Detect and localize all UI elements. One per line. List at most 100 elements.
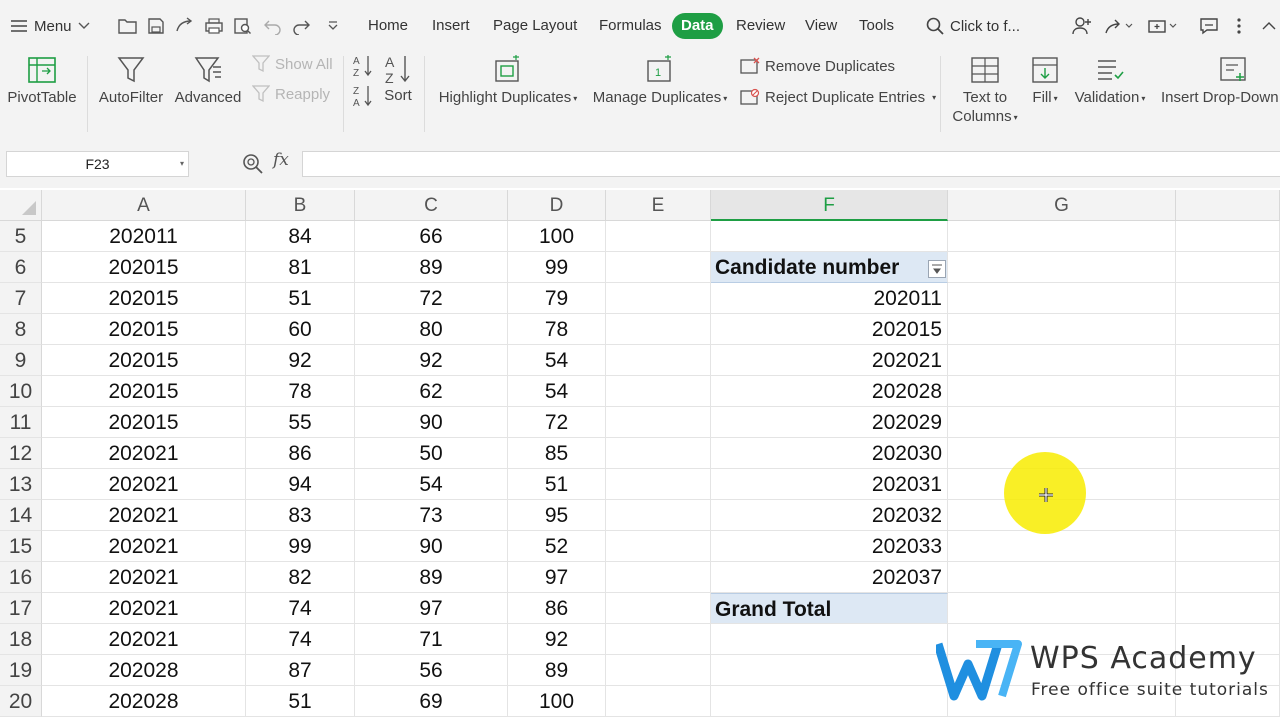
cell-c[interactable]: 69 (355, 686, 508, 717)
column-header-f[interactable]: F (711, 190, 948, 221)
row-header[interactable]: 17 (0, 593, 42, 624)
cell-h[interactable] (1176, 500, 1280, 531)
cell-b[interactable]: 92 (246, 345, 355, 376)
cell-g[interactable] (948, 531, 1176, 562)
cell-g[interactable] (948, 407, 1176, 438)
cell-f[interactable] (711, 686, 948, 717)
row-header[interactable]: 19 (0, 655, 42, 686)
name-box[interactable]: F23 ▾ (6, 151, 189, 177)
redo-icon[interactable] (290, 14, 312, 38)
formula-input[interactable] (302, 151, 1280, 177)
cell-f[interactable]: 202021 (711, 345, 948, 376)
cell-h[interactable] (1176, 221, 1280, 252)
cell-h[interactable] (1176, 593, 1280, 624)
cell-e[interactable] (606, 252, 711, 283)
cell-d[interactable]: 100 (508, 221, 606, 252)
cell-d[interactable]: 86 (508, 593, 606, 624)
cell-d[interactable]: 52 (508, 531, 606, 562)
cell-f[interactable]: 202028 (711, 376, 948, 407)
cell-e[interactable] (606, 531, 711, 562)
cell-a[interactable]: 202021 (42, 562, 246, 593)
cell-b[interactable]: 74 (246, 593, 355, 624)
tab-view[interactable]: View (805, 13, 837, 39)
cell-d[interactable]: 100 (508, 686, 606, 717)
validation-button[interactable]: Validation ▾ (1070, 55, 1150, 106)
sort-descending-button[interactable]: ZA (352, 83, 374, 109)
cell-h[interactable] (1176, 252, 1280, 283)
cell-b[interactable]: 83 (246, 500, 355, 531)
row-header[interactable]: 18 (0, 624, 42, 655)
cell-e[interactable] (606, 686, 711, 717)
share-icon[interactable] (173, 14, 195, 38)
cell-c[interactable]: 71 (355, 624, 508, 655)
cell-f[interactable]: Grand Total (711, 593, 948, 624)
cell-h[interactable] (1176, 438, 1280, 469)
column-header-h[interactable] (1176, 190, 1280, 221)
collapse-ribbon-icon[interactable] (1258, 14, 1280, 38)
cell-d[interactable]: 54 (508, 376, 606, 407)
autofilter-button[interactable]: AutoFilter (96, 55, 166, 106)
name-box-dropdown-icon[interactable]: ▾ (180, 152, 184, 176)
row-header[interactable]: 15 (0, 531, 42, 562)
row-header[interactable]: 9 (0, 345, 42, 376)
cell-e[interactable] (606, 314, 711, 345)
cell-c[interactable]: 90 (355, 407, 508, 438)
fx-icon[interactable]: fx (273, 150, 289, 170)
cell-d[interactable]: 95 (508, 500, 606, 531)
column-header-b[interactable]: B (246, 190, 355, 221)
cell-b[interactable]: 78 (246, 376, 355, 407)
row-header[interactable]: 10 (0, 376, 42, 407)
text-to-columns-button[interactable]: Text to Columns ▾ (948, 55, 1022, 125)
cell-d[interactable]: 54 (508, 345, 606, 376)
cell-d[interactable]: 92 (508, 624, 606, 655)
cell-e[interactable] (606, 469, 711, 500)
cell-g[interactable] (948, 345, 1176, 376)
cell-a[interactable]: 202015 (42, 376, 246, 407)
column-header-a[interactable]: A (42, 190, 246, 221)
cell-f[interactable]: 202037 (711, 562, 948, 593)
cell-f[interactable]: 202033 (711, 531, 948, 562)
cell-g[interactable] (948, 314, 1176, 345)
row-header[interactable]: 7 (0, 283, 42, 314)
cell-a[interactable]: 202028 (42, 686, 246, 717)
cell-h[interactable] (1176, 469, 1280, 500)
cell-a[interactable]: 202021 (42, 438, 246, 469)
cell-b[interactable]: 84 (246, 221, 355, 252)
cell-a[interactable]: 202021 (42, 593, 246, 624)
column-header-c[interactable]: C (355, 190, 508, 221)
cell-a[interactable]: 202011 (42, 221, 246, 252)
cell-c[interactable]: 89 (355, 562, 508, 593)
cell-e[interactable] (606, 593, 711, 624)
customize-toolbar-icon[interactable] (322, 14, 344, 38)
cell-e[interactable] (606, 283, 711, 314)
cell-b[interactable]: 60 (246, 314, 355, 345)
cell-c[interactable]: 73 (355, 500, 508, 531)
cell-f[interactable]: 202030 (711, 438, 948, 469)
cell-b[interactable]: 86 (246, 438, 355, 469)
cell-e[interactable] (606, 376, 711, 407)
cell-h[interactable] (1176, 345, 1280, 376)
column-header-g[interactable]: G (948, 190, 1176, 221)
row-header[interactable]: 5 (0, 221, 42, 252)
cell-g[interactable] (948, 562, 1176, 593)
tab-page-layout[interactable]: Page Layout (493, 13, 577, 39)
cell-a[interactable]: 202015 (42, 314, 246, 345)
manage-duplicates-button[interactable]: 1 Manage Duplicates ▾ (590, 55, 730, 106)
cell-d[interactable]: 99 (508, 252, 606, 283)
cell-c[interactable]: 90 (355, 531, 508, 562)
cell-e[interactable] (606, 438, 711, 469)
row-header[interactable]: 13 (0, 469, 42, 500)
cell-f[interactable]: 202032 (711, 500, 948, 531)
cell-c[interactable]: 89 (355, 252, 508, 283)
cell-c[interactable]: 56 (355, 655, 508, 686)
print-icon[interactable] (203, 14, 225, 38)
fill-button[interactable]: Fill ▾ (1026, 55, 1064, 106)
tab-insert[interactable]: Insert (432, 13, 470, 39)
cell-g[interactable] (948, 221, 1176, 252)
row-header[interactable]: 11 (0, 407, 42, 438)
add-tool-icon[interactable] (1146, 14, 1180, 38)
cell-c[interactable]: 54 (355, 469, 508, 500)
sort-button[interactable]: AZ Sort (380, 53, 416, 104)
row-header[interactable]: 16 (0, 562, 42, 593)
column-header-e[interactable]: E (606, 190, 711, 221)
